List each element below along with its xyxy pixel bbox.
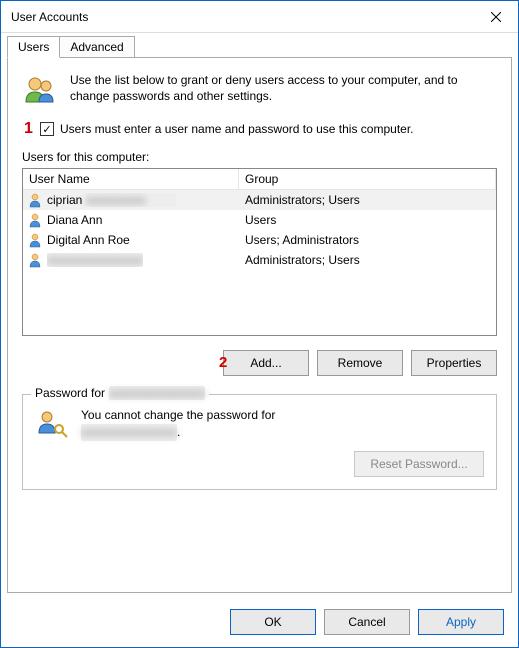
user-name: ciprian xxxxxxxxxx	[47, 193, 176, 207]
tab-users[interactable]: Users	[7, 36, 60, 58]
remove-button[interactable]: Remove	[317, 350, 403, 376]
close-icon	[491, 12, 501, 22]
intro-text: Use the list below to grant or deny user…	[70, 72, 497, 108]
user-icon	[27, 252, 43, 268]
tabstrip: Users Advanced	[1, 33, 518, 58]
user-group: Users	[239, 213, 496, 227]
apply-button[interactable]: Apply	[418, 609, 504, 635]
titlebar: User Accounts	[1, 1, 518, 33]
table-row[interactable]: ciprian xxxxxxxxxx Administrators; Users	[23, 190, 496, 210]
user-accounts-window: User Accounts Users Advanced Use the lis…	[0, 0, 519, 648]
dialog-footer: OK Cancel Apply	[1, 599, 518, 647]
users-table: User Name Group ciprian xxxxxxxxxx Admin…	[22, 168, 497, 336]
table-row[interactable]: xxxxxxxxxxxxxxxx Administrators; Users	[23, 250, 496, 270]
properties-button[interactable]: Properties	[411, 350, 497, 376]
user-name: xxxxxxxxxxxxxxxx	[47, 253, 143, 267]
password-groupbox-legend: Password for xxxxxxxxxxxxxxxx	[31, 386, 209, 400]
user-group: Users; Administrators	[239, 233, 496, 247]
window-title: User Accounts	[11, 10, 473, 24]
user-icon	[27, 212, 43, 228]
cancel-button[interactable]: Cancel	[324, 609, 410, 635]
user-icon	[27, 232, 43, 248]
users-for-computer-label: Users for this computer:	[22, 150, 497, 164]
user-icon	[27, 192, 43, 208]
tab-advanced[interactable]: Advanced	[59, 36, 134, 58]
intro-section: Use the list below to grant or deny user…	[22, 72, 497, 108]
tab-users-content: Use the list below to grant or deny user…	[7, 58, 512, 593]
user-group: Administrators; Users	[239, 193, 496, 207]
password-groupbox: Password for xxxxxxxxxxxxxxxx You cannot…	[22, 394, 497, 490]
user-group: Administrators; Users	[239, 253, 496, 267]
must-enter-password-checkbox[interactable]: ✓	[40, 122, 54, 136]
table-row[interactable]: Digital Ann Roe Users; Administrators	[23, 230, 496, 250]
user-name: Digital Ann Roe	[47, 233, 130, 247]
reset-password-button: Reset Password...	[354, 451, 484, 477]
users-icon	[22, 72, 58, 108]
annotation-1: 1	[24, 120, 33, 138]
close-button[interactable]	[473, 1, 518, 33]
column-username[interactable]: User Name	[23, 169, 239, 189]
table-row[interactable]: Diana Ann Users	[23, 210, 496, 230]
must-enter-password-row: 1 ✓ Users must enter a user name and pas…	[26, 122, 497, 136]
user-name: Diana Ann	[47, 213, 102, 227]
add-button[interactable]: Add...	[223, 350, 309, 376]
must-enter-password-label: Users must enter a user name and passwor…	[60, 122, 414, 136]
users-table-header: User Name Group	[23, 169, 496, 190]
column-group[interactable]: Group	[239, 169, 496, 189]
key-user-icon	[35, 407, 69, 441]
password-message: You cannot change the password for xxxxx…	[81, 407, 275, 441]
users-button-row: 2 Add... Remove Properties	[22, 350, 497, 376]
ok-button[interactable]: OK	[230, 609, 316, 635]
